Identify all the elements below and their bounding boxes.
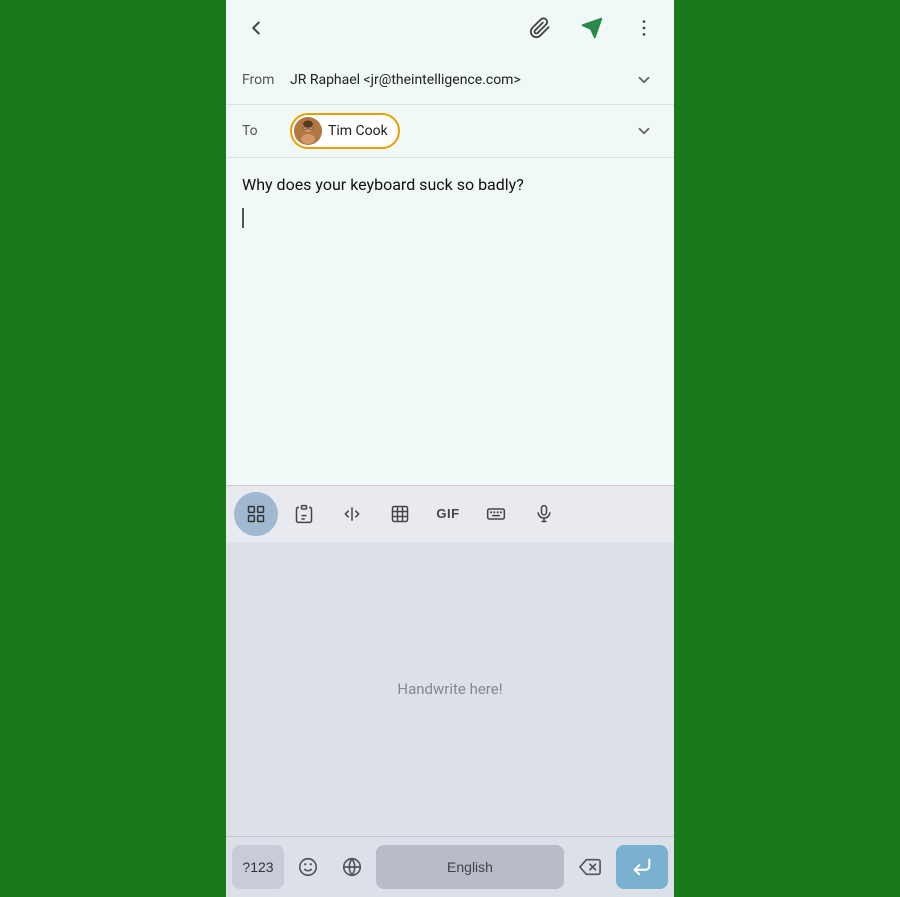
enter-button[interactable]: [616, 845, 668, 889]
email-subject: Why does your keyboard suck so badly?: [242, 174, 658, 196]
num-button[interactable]: ?123: [232, 845, 284, 889]
from-value: JR Raphael <jr@theintelligence.com>: [290, 72, 630, 88]
gif-label: GIF: [436, 506, 459, 521]
from-chevron[interactable]: [630, 66, 658, 94]
keyboard-toolbar: GIF: [226, 485, 674, 542]
from-label: From: [242, 72, 290, 88]
to-row: To: [226, 105, 674, 158]
top-toolbar: [226, 0, 674, 56]
kb-gif-button[interactable]: GIF: [426, 492, 470, 536]
email-body[interactable]: Why does your keyboard suck so badly?: [226, 158, 674, 485]
send-button[interactable]: [574, 10, 610, 46]
recipient-name: Tim Cook: [328, 123, 388, 139]
more-button[interactable]: [626, 10, 662, 46]
kb-mic-button[interactable]: [522, 492, 566, 536]
text-cursor: [242, 208, 244, 228]
to-chevron[interactable]: [630, 117, 658, 145]
recipient-chip[interactable]: Tim Cook: [290, 113, 400, 149]
kb-keyboard-button[interactable]: [474, 492, 518, 536]
handwrite-placeholder: Handwrite here!: [397, 680, 502, 698]
recipient-avatar: [294, 117, 322, 145]
emoji-button[interactable]: [288, 845, 328, 889]
from-row: From JR Raphael <jr@theintelligence.com>: [226, 56, 674, 105]
kb-clipboard-button[interactable]: [282, 492, 326, 536]
attach-button[interactable]: [522, 10, 558, 46]
back-button[interactable]: [238, 10, 274, 46]
handwrite-area[interactable]: Handwrite here!: [226, 542, 674, 837]
kb-items-button[interactable]: [234, 492, 278, 536]
kb-translate-button[interactable]: [378, 492, 422, 536]
delete-button[interactable]: [568, 845, 612, 889]
kb-cursor-button[interactable]: [330, 492, 374, 536]
bottom-keyboard: ?123 English: [226, 836, 674, 897]
cursor-area: [242, 208, 658, 228]
globe-button[interactable]: [332, 845, 372, 889]
to-label: To: [242, 123, 290, 139]
space-button[interactable]: English: [376, 845, 564, 889]
